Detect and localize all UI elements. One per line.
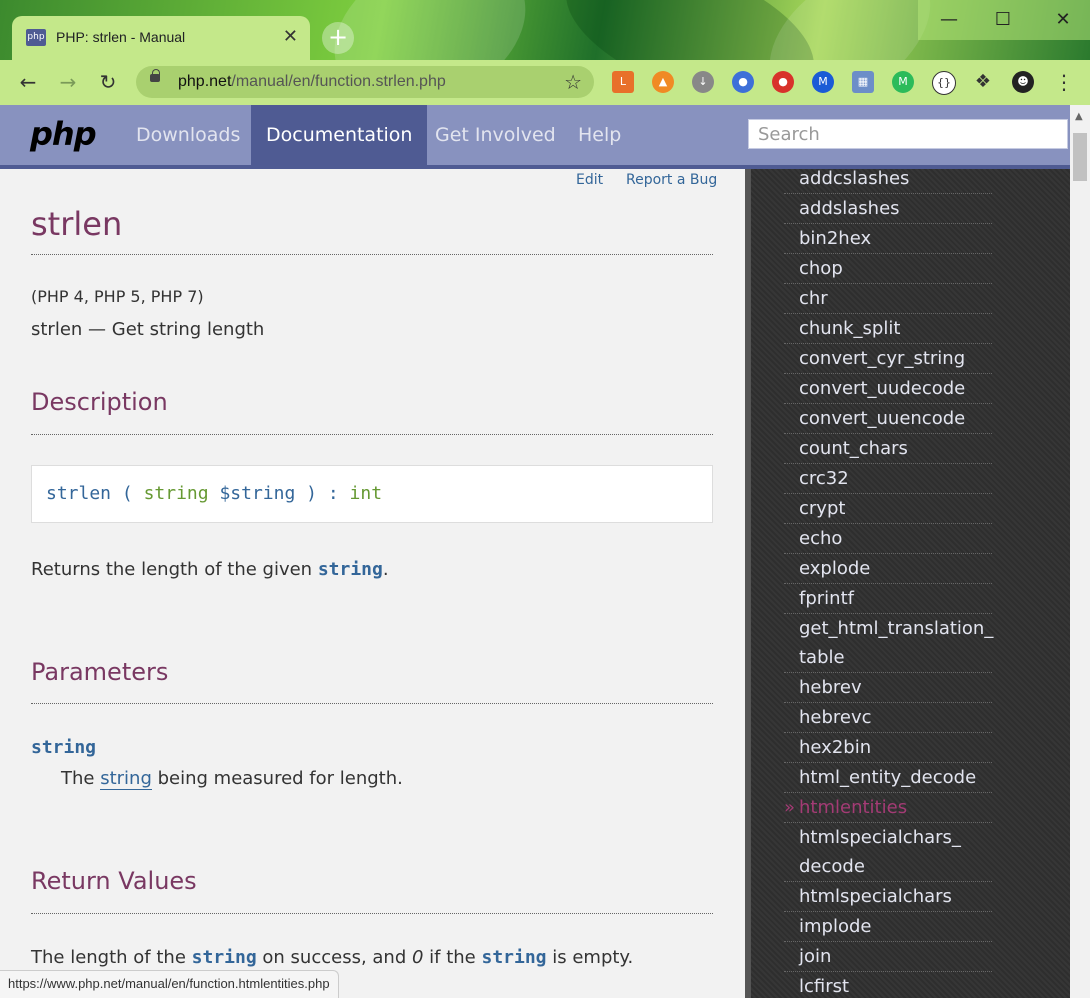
extension-icon[interactable]: L xyxy=(612,71,634,93)
synopsis-return-type[interactable]: int xyxy=(350,483,383,504)
browser-menu-icon[interactable]: ⋮ xyxy=(1054,70,1074,94)
forward-arrow-icon[interactable]: → xyxy=(54,68,82,96)
browser-tab[interactable]: php PHP: strlen - Manual ✕ xyxy=(12,16,310,60)
sidebar-item-count-chars[interactable]: count_chars xyxy=(784,434,992,464)
sidebar-item-convert-uudecode[interactable]: convert_uudecode xyxy=(784,374,992,404)
json-icon[interactable]: {} xyxy=(932,71,956,95)
browser-toolbar: ← → ↻ php.net/manual/en/function.strlen.… xyxy=(0,60,1090,106)
divider xyxy=(31,703,713,704)
sidebar-item-join[interactable]: join xyxy=(784,942,992,972)
divider xyxy=(31,434,713,435)
synopsis-paren: ) xyxy=(306,483,317,504)
bookmark-star-icon[interactable]: ☆ xyxy=(564,70,582,94)
synopsis-param-type[interactable]: string xyxy=(144,483,209,504)
sidebar-item-addcslashes[interactable]: addcslashes xyxy=(784,169,992,194)
scrollbar-thumb[interactable] xyxy=(1073,133,1087,181)
back-arrow-icon[interactable]: ← xyxy=(14,68,42,96)
extension-icon[interactable]: M xyxy=(812,71,834,93)
synopsis-function-name: strlen xyxy=(46,483,112,504)
sidebar-item-addslashes[interactable]: addslashes xyxy=(784,194,992,224)
parameters-heading: Parameters xyxy=(31,658,169,686)
return-values-text: The length of the string on success, and… xyxy=(31,947,634,968)
sidebar-item-hex2bin[interactable]: hex2bin xyxy=(784,733,992,763)
sidebar-item-htmlentities[interactable]: » htmlentities xyxy=(784,793,992,823)
page-scrollbar[interactable]: ▲ xyxy=(1070,105,1090,998)
search-input[interactable]: Search xyxy=(748,119,1068,149)
nav-get-involved[interactable]: Get Involved xyxy=(420,105,571,165)
extension-icon[interactable]: ● xyxy=(732,71,754,93)
sidebar-item-chunk-split[interactable]: chunk_split xyxy=(784,314,992,344)
sidebar-item-get-html-translation-table[interactable]: get_html_translation_ table xyxy=(784,614,993,673)
address-bar[interactable]: php.net/manual/en/function.strlen.php ☆ xyxy=(136,66,594,98)
main-content: Edit Report a Bug strlen (PHP 4, PHP 5, … xyxy=(0,169,745,998)
reload-icon[interactable]: ↻ xyxy=(94,68,122,96)
close-window-button[interactable]: ✕ xyxy=(1040,0,1086,40)
sidebar-item-fprintf[interactable]: fprintf xyxy=(784,584,992,614)
sidebar-item-lcfirst[interactable]: lcfirst xyxy=(784,972,992,998)
parameter-description: The string being measured for length. xyxy=(61,768,403,790)
synopsis-paren: ( xyxy=(121,483,133,504)
sidebar-item-bin2hex[interactable]: bin2hex xyxy=(784,224,992,254)
divider xyxy=(31,254,713,255)
puzzle-extensions-icon[interactable]: ❖ xyxy=(972,71,994,93)
sidebar-item-convert-cyr-string[interactable]: convert_cyr_string xyxy=(784,344,992,374)
string-type-link[interactable]: string xyxy=(100,768,152,790)
inline-code: string xyxy=(317,559,383,580)
sidebar-item-implode[interactable]: implode xyxy=(784,912,992,942)
synopsis-param-name: $string xyxy=(219,483,296,504)
sidebar-item-crypt[interactable]: crypt xyxy=(784,494,992,524)
php-favicon-icon: php xyxy=(26,29,46,46)
function-summary: strlen — Get string length xyxy=(31,319,265,340)
profile-avatar[interactable]: ☻ xyxy=(1012,71,1034,93)
description-text: Returns the length of the given string. xyxy=(31,559,389,580)
nav-documentation[interactable]: Documentation xyxy=(251,105,428,165)
site-header: php Downloads Documentation Get Involved… xyxy=(0,105,1090,169)
extension-icon[interactable]: M xyxy=(892,71,914,93)
nav-help[interactable]: Help xyxy=(563,105,636,165)
lock-icon xyxy=(150,69,160,82)
php-logo[interactable]: php xyxy=(30,115,97,153)
method-synopsis: strlen ( string $string ) : int xyxy=(31,465,713,523)
version-info: (PHP 4, PHP 5, PHP 7) xyxy=(31,287,204,306)
sidebar-function-list: addcslashes addslashes bin2hex chop chr chunk… xyxy=(784,169,993,998)
sidebar: addcslashes addslashes bin2hex chop chr chunk… xyxy=(745,169,1070,998)
download-arrow-icon[interactable]: ↓ xyxy=(692,71,714,93)
current-marker: » xyxy=(784,797,796,818)
url-text: php.net/manual/en/function.strlen.php xyxy=(178,73,446,90)
metamask-fox-icon[interactable]: ▲ xyxy=(652,71,674,93)
sidebar-item-htmlspecialchars-decode[interactable]: htmlspecialchars_ decode xyxy=(784,823,992,882)
return-values-heading: Return Values xyxy=(31,867,197,895)
nav-downloads[interactable]: Downloads xyxy=(121,105,255,165)
sidebar-item-chr[interactable]: chr xyxy=(784,284,992,314)
scroll-up-arrow-icon[interactable]: ▲ xyxy=(1075,111,1083,122)
page-title: strlen xyxy=(31,205,123,243)
sidebar-item-html-entity-decode[interactable]: html_entity_decode xyxy=(784,763,992,793)
extension-icon[interactable]: ▦ xyxy=(852,71,874,93)
sidebar-item-htmlspecialchars[interactable]: htmlspecialchars xyxy=(784,882,992,912)
divider xyxy=(31,913,713,914)
status-url-bar: https://www.php.net/manual/en/function.h… xyxy=(0,970,339,998)
sidebar-item-hebrevc[interactable]: hebrevc xyxy=(784,703,992,733)
edit-link[interactable]: Edit xyxy=(576,172,603,188)
maximize-button[interactable]: ☐ xyxy=(980,0,1026,40)
sidebar-item-echo[interactable]: echo xyxy=(784,524,992,554)
sidebar-item-chop[interactable]: chop xyxy=(784,254,992,284)
browser-titlebar: — ☐ ✕ php PHP: strlen - Manual ✕ + xyxy=(0,0,1090,60)
new-tab-button[interactable]: + xyxy=(322,22,354,54)
record-icon[interactable]: ● xyxy=(772,71,794,93)
parameter-name: string xyxy=(31,737,97,758)
sidebar-item-convert-uuencode[interactable]: convert_uuencode xyxy=(784,404,992,434)
sidebar-item-explode[interactable]: explode xyxy=(784,554,992,584)
sidebar-item-crc32[interactable]: crc32 xyxy=(784,464,992,494)
report-bug-link[interactable]: Report a Bug xyxy=(626,172,717,188)
close-tab-icon[interactable]: ✕ xyxy=(283,26,298,47)
sidebar-item-hebrev[interactable]: hebrev xyxy=(784,673,992,703)
description-heading: Description xyxy=(31,388,168,416)
minimize-button[interactable]: — xyxy=(926,0,972,40)
tab-title: PHP: strlen - Manual xyxy=(56,29,186,45)
synopsis-colon: : xyxy=(327,483,339,504)
